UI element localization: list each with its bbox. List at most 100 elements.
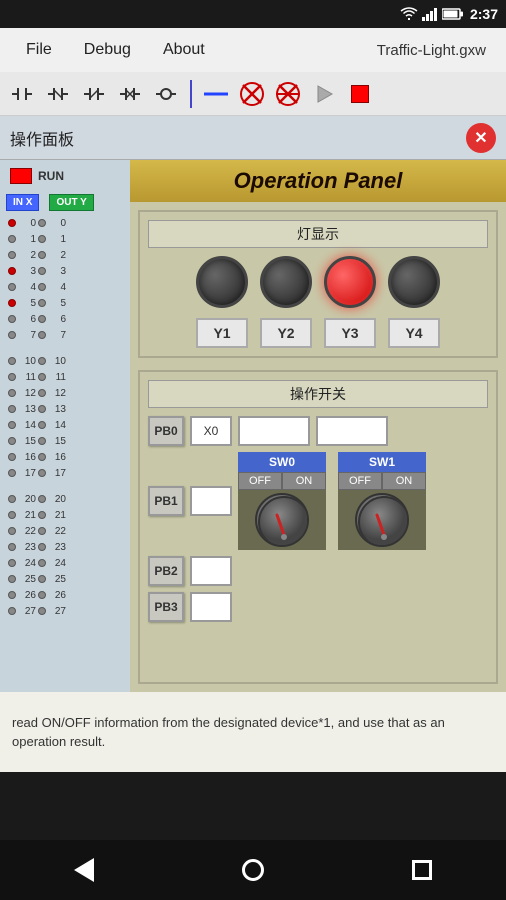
sw0-knob[interactable] bbox=[255, 493, 309, 547]
io-row-11: 11 11 bbox=[6, 369, 124, 385]
status-bar: 2:37 bbox=[0, 0, 506, 28]
sw1-knob-area bbox=[338, 490, 426, 550]
menu-debug[interactable]: Debug bbox=[68, 33, 147, 67]
out-dot-0 bbox=[38, 219, 46, 227]
out-dot-7 bbox=[38, 331, 46, 339]
light-y3 bbox=[324, 256, 376, 308]
io-row-3: 3 3 bbox=[6, 263, 124, 279]
toolbar bbox=[0, 72, 506, 116]
io-row-25: 25 25 bbox=[6, 571, 124, 587]
light-label-y1[interactable]: Y1 bbox=[196, 318, 248, 348]
nav-back-button[interactable] bbox=[64, 850, 104, 890]
toolbar-stop-btn[interactable] bbox=[344, 78, 376, 110]
light-label-y4[interactable]: Y4 bbox=[388, 318, 440, 348]
pb0-button[interactable]: PB0 bbox=[148, 416, 184, 446]
nav-back-icon bbox=[74, 858, 94, 882]
sw1-off-btn[interactable]: OFF bbox=[338, 472, 382, 490]
io-row-10: 10 10 bbox=[6, 353, 124, 369]
stop-icon bbox=[351, 85, 369, 103]
pb1-button[interactable]: PB1 bbox=[148, 486, 184, 516]
toolbar-nc2[interactable] bbox=[42, 78, 74, 110]
dialog-title: 操作面板 bbox=[10, 126, 466, 150]
io-rows-group2: 10 10 11 11 12 12 13 bbox=[2, 351, 128, 483]
io-row-5: 5 5 bbox=[6, 295, 124, 311]
io-row-6: 6 6 bbox=[6, 311, 124, 327]
in-dot-2 bbox=[8, 251, 16, 259]
pb1-input bbox=[190, 486, 232, 516]
sw0-group: SW0 OFF ON bbox=[238, 452, 326, 550]
sw0-on-btn[interactable]: ON bbox=[282, 472, 326, 490]
in-header: IN X bbox=[6, 194, 39, 211]
light-section-title: 灯显示 bbox=[297, 226, 339, 242]
io-row-13: 13 13 bbox=[6, 401, 124, 417]
toolbar-x2-btn[interactable] bbox=[272, 78, 304, 110]
pb0-extra2 bbox=[316, 416, 388, 446]
pb3-button[interactable]: PB3 bbox=[148, 592, 184, 622]
io-row-21: 21 21 bbox=[6, 507, 124, 523]
op-panel-title: Operation Panel bbox=[234, 168, 403, 193]
nav-recents-button[interactable] bbox=[402, 850, 442, 890]
io-rows-group1: 0 0 1 1 2 2 3 bbox=[2, 213, 128, 345]
sw1-off-on: OFF ON bbox=[338, 472, 426, 490]
io-row-14: 14 14 bbox=[6, 417, 124, 433]
in-dot-6 bbox=[8, 315, 16, 323]
out-dot-3 bbox=[38, 267, 46, 275]
io-row-12: 12 12 bbox=[6, 385, 124, 401]
sw0-off-on: OFF ON bbox=[238, 472, 326, 490]
in-dot-5 bbox=[8, 299, 16, 307]
sw1-knob[interactable] bbox=[355, 493, 409, 547]
signal-icon bbox=[422, 7, 438, 21]
dialog-close-button[interactable]: ✕ bbox=[466, 123, 496, 153]
pb2-button[interactable]: PB2 bbox=[148, 556, 184, 586]
light-label-y3[interactable]: Y3 bbox=[324, 318, 376, 348]
nav-home-button[interactable] bbox=[233, 850, 273, 890]
battery-icon bbox=[442, 8, 464, 20]
window-title: Traffic-Light.gxw bbox=[377, 42, 496, 59]
out-dot-4 bbox=[38, 283, 46, 291]
sw1-on-btn[interactable]: ON bbox=[382, 472, 426, 490]
io-row-2: 2 2 bbox=[6, 247, 124, 263]
menu-file[interactable]: File bbox=[10, 33, 68, 67]
io-row-24: 24 24 bbox=[6, 555, 124, 571]
io-row-23: 23 23 bbox=[6, 539, 124, 555]
light-y2 bbox=[260, 256, 312, 308]
toolbar-nc1[interactable] bbox=[6, 78, 38, 110]
toolbar-divider bbox=[190, 80, 192, 108]
status-time: 2:37 bbox=[470, 6, 498, 22]
switch-section: 操作开关 PB0 X0 PB1 bbox=[138, 370, 498, 684]
pb2-input bbox=[190, 556, 232, 586]
toolbar-x1-btn[interactable] bbox=[236, 78, 268, 110]
toolbar-nc3[interactable] bbox=[78, 78, 110, 110]
menu-about[interactable]: About bbox=[147, 33, 221, 67]
pb0-input[interactable]: X0 bbox=[190, 416, 232, 446]
menu-bar: File Debug About Traffic-Light.gxw bbox=[0, 28, 506, 72]
run-label: RUN bbox=[38, 169, 64, 183]
toolbar-play-btn[interactable] bbox=[308, 78, 340, 110]
pb3-row: PB3 bbox=[148, 592, 488, 622]
in-dot-0 bbox=[8, 219, 16, 227]
toolbar-nc4[interactable] bbox=[114, 78, 146, 110]
light-label-y2[interactable]: Y2 bbox=[260, 318, 312, 348]
sw1-group: SW1 OFF ON bbox=[338, 452, 426, 550]
light-section: 灯显示 Y1 Y2 Y3 Y4 bbox=[138, 210, 498, 358]
light-labels-row: Y1 Y2 Y3 Y4 bbox=[148, 318, 488, 348]
out-dot-2 bbox=[38, 251, 46, 259]
sw0-title: SW0 bbox=[238, 452, 326, 472]
run-row: RUN bbox=[2, 164, 128, 192]
io-row-20: 20 20 bbox=[6, 491, 124, 507]
io-row-17: 17 17 bbox=[6, 465, 124, 481]
out-dot-1 bbox=[38, 235, 46, 243]
in-dot-3 bbox=[8, 267, 16, 275]
io-row-7: 7 7 bbox=[6, 327, 124, 343]
io-row-15: 15 15 bbox=[6, 433, 124, 449]
bottom-text: read ON/OFF information from the designa… bbox=[12, 713, 494, 752]
in-dot-7 bbox=[8, 331, 16, 339]
light-y4 bbox=[388, 256, 440, 308]
switch-section-title: 操作开关 bbox=[290, 386, 346, 402]
switch-section-title-box: 操作开关 bbox=[148, 380, 488, 408]
wifi-icon bbox=[400, 7, 418, 21]
sw0-off-btn[interactable]: OFF bbox=[238, 472, 282, 490]
toolbar-coil[interactable] bbox=[150, 78, 182, 110]
toolbar-line-btn[interactable] bbox=[200, 78, 232, 110]
operation-panel: Operation Panel 灯显示 Y1 Y2 Y3 Y4 bbox=[130, 160, 506, 692]
